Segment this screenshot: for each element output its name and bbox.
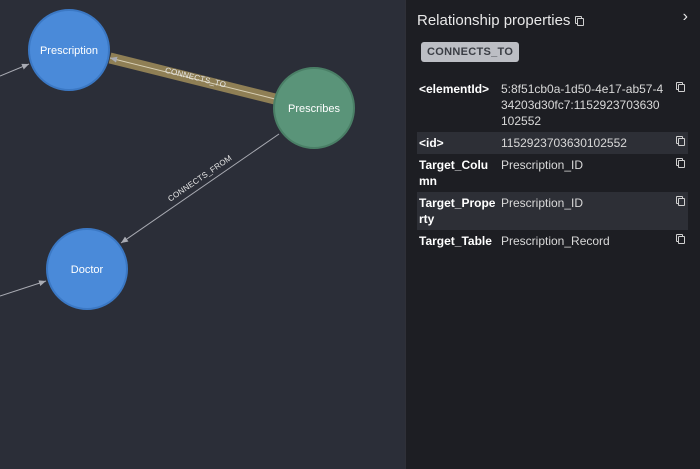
relationship-connects-to[interactable]: CONNECTS_TO — [108, 52, 277, 105]
graph-canvas[interactable]: CONNECTS_TO CONNECTS_FROM Prescription P… — [0, 0, 405, 469]
property-row: Target_Table Prescription_Record — [417, 230, 688, 252]
property-key: <id> — [419, 136, 444, 150]
property-value: 5:8f51cb0a-1d50-4e17-ab57-434203d30fc7:1… — [501, 82, 664, 128]
copy-icon[interactable] — [676, 82, 685, 92]
node-doctor[interactable]: Doctor — [46, 228, 128, 310]
edge-offscreen-to-prescription[interactable] — [0, 63, 30, 77]
property-value: 1152923703630102552 — [501, 136, 627, 150]
property-key: Target_Property — [419, 196, 496, 226]
node-label-prescribes: Prescribes — [288, 103, 340, 115]
panel-header: Relationship properties — [417, 12, 585, 29]
property-row: <id> 1152923703630102552 — [417, 132, 688, 154]
node-prescription[interactable]: Prescription — [28, 9, 110, 91]
node-label-prescription: Prescription — [40, 45, 98, 57]
panel-title: Relationship properties — [417, 12, 571, 29]
copy-icon[interactable] — [676, 234, 685, 244]
property-key: <elementId> — [419, 82, 490, 96]
properties-table: <elementId> 5:8f51cb0a-1d50-4e17-ab57-43… — [417, 78, 688, 252]
property-row: <elementId> 5:8f51cb0a-1d50-4e17-ab57-43… — [417, 78, 688, 132]
copy-icon[interactable] — [676, 196, 685, 206]
property-key: Target_Table — [419, 234, 492, 248]
copy-icon[interactable] — [676, 136, 685, 146]
node-label-doctor: Doctor — [71, 264, 104, 276]
properties-panel: Relationship properties › CONNECTS_TO <e… — [405, 0, 700, 469]
property-value: Prescription_ID — [501, 196, 584, 210]
relationship-label-connects-from: CONNECTS_FROM — [166, 153, 233, 203]
chevron-right-icon[interactable]: › — [683, 8, 688, 26]
copy-icon[interactable] — [575, 16, 585, 26]
copy-icon[interactable] — [676, 158, 685, 168]
property-value: Prescription_ID — [501, 158, 584, 172]
property-row: Target_Property Prescription_ID — [417, 192, 688, 230]
edge-offscreen-to-doctor[interactable] — [0, 280, 47, 297]
node-prescribes[interactable]: Prescribes — [273, 67, 355, 149]
property-row: Target_Column Prescription_ID — [417, 154, 688, 192]
relationship-type-badge[interactable]: CONNECTS_TO — [421, 42, 520, 62]
property-value: Prescription_Record — [501, 234, 610, 248]
property-key: Target_Column — [419, 158, 489, 188]
relationship-connects-from[interactable]: CONNECTS_FROM — [120, 133, 280, 244]
